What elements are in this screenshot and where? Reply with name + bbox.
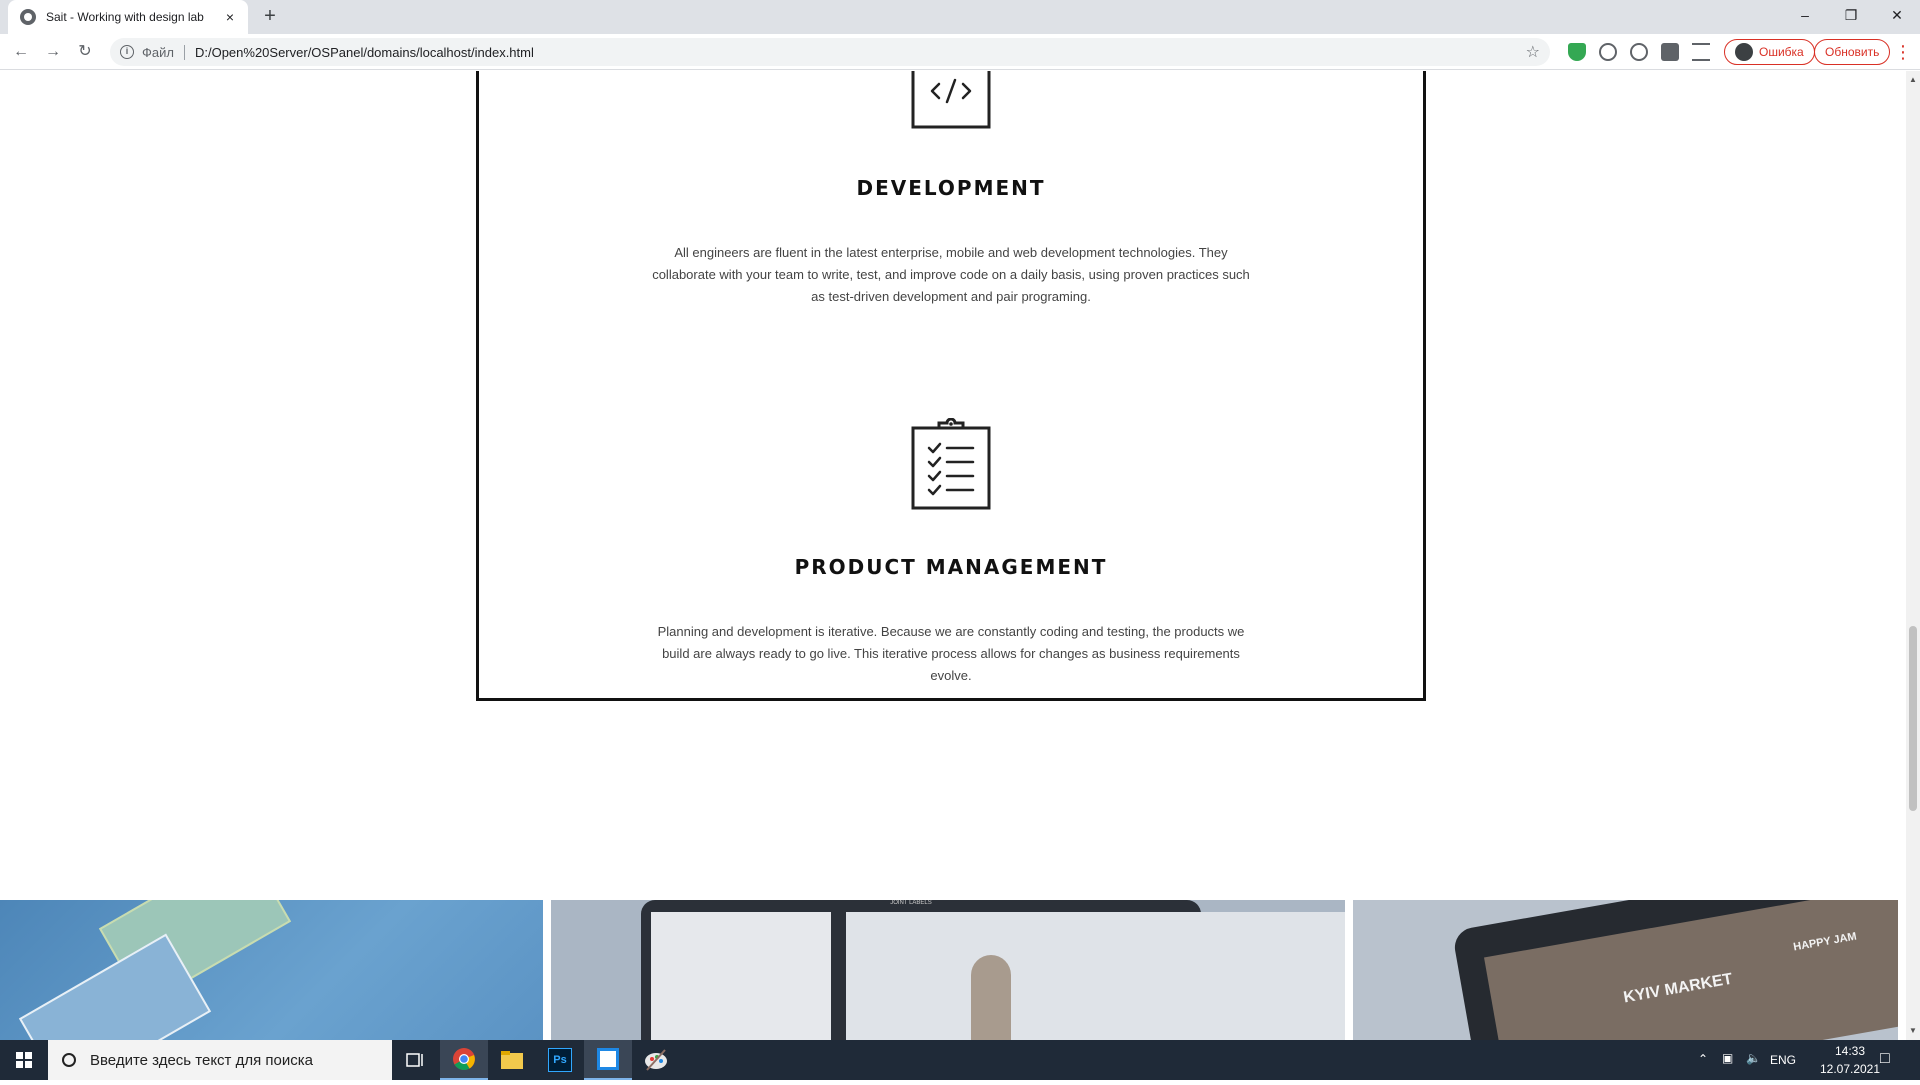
code-icon [911,71,991,129]
service-title: DEVELOPMENT [856,176,1046,200]
update-button[interactable]: Обновить [1814,39,1891,65]
info-icon[interactable]: i [120,45,134,59]
browser-toolbar: ← → ↻ i Файл D:/Open%20Server/OSPanel/do… [0,34,1920,70]
service-description: Planning and development is iterative. B… [657,624,1245,683]
search-placeholder: Введите здесь текст для поиска [90,1051,313,1069]
photoshop-icon: Ps [548,1048,572,1072]
model-photo [971,955,1011,1040]
portfolio-item-joint-labels[interactable]: JOINT LABELS [551,900,1345,1040]
chrome-taskbar-button[interactable] [440,1040,488,1080]
scrollbar-thumb[interactable] [1909,626,1917,811]
portfolio-item-business-cards[interactable] [0,900,543,1040]
task-view-button[interactable] [392,1040,440,1080]
forward-icon[interactable]: → [40,39,66,65]
browser-tab[interactable]: Sait - Working with design lab × [8,0,248,34]
clipboard-checklist-icon [911,417,991,510]
page-viewport: DEVELOPMENT All engineers are fluent in … [0,71,1906,1040]
taskbar-search-input[interactable]: Введите здесь текст для поиска [48,1040,392,1080]
portfolio-item-kyiv-market[interactable]: KYIV MARKET HAPPY JAM [1353,900,1898,1040]
taskbar: Введите здесь текст для поиска Ps ⌃ ▣ 🔈 … [0,1040,1920,1080]
app-icon [597,1048,619,1070]
file-explorer-taskbar-button[interactable] [488,1040,536,1080]
avatar [1735,43,1753,61]
scheme-label: Файл [142,44,185,60]
search-icon [62,1053,76,1067]
task-view-icon [406,1053,423,1067]
profile-error-button[interactable]: Ошибка [1724,39,1815,65]
shield-extension-icon[interactable] [1568,43,1586,61]
menu-icon[interactable]: ⋮ [1890,39,1916,65]
minimize-icon[interactable]: – [1782,0,1828,34]
paint-taskbar-button[interactable] [632,1040,680,1080]
joint-labels-text: JOINT LABELS [890,900,932,906]
tab-title: Sait - Working with design lab [46,10,204,24]
service-title: PRODUCT MANAGEMENT [794,555,1108,579]
folder-icon [501,1051,523,1069]
reload-icon[interactable]: ↻ [72,39,98,65]
windows-logo-icon [16,1052,32,1068]
address-bar[interactable]: i Файл D:/Open%20Server/OSPanel/domains/… [110,38,1550,66]
screen-image [846,912,1345,1040]
notifications-icon[interactable]: □ [1880,1050,1890,1068]
language-indicator[interactable]: ENG [1770,1053,1796,1067]
globe-icon [20,9,36,25]
tab-strip: Sait - Working with design lab × + – ❐ ✕ [0,0,1920,34]
service-description: All engineers are fluent in the latest e… [652,245,1250,304]
update-label: Обновить [1825,45,1880,59]
back-icon[interactable]: ← [8,39,34,65]
clock-time[interactable]: 14:33 [1820,1044,1880,1058]
tab-close-button[interactable]: × [222,9,238,25]
screen-image [651,912,831,1040]
volume-icon[interactable]: 🔈 [1746,1051,1761,1065]
chrome-icon [453,1048,475,1070]
bookmark-star-icon[interactable]: ☆ [1526,42,1540,62]
service-development: DEVELOPMENT All engineers are fluent in … [479,71,1423,308]
network-icon[interactable]: ▣ [1722,1051,1733,1065]
extension-face-icon[interactable] [1599,43,1617,61]
app-taskbar-button[interactable] [584,1040,632,1080]
puzzle-icon[interactable] [1661,43,1679,61]
windows-start-button[interactable] [0,1040,48,1080]
scroll-up-icon[interactable]: ▲ [1906,73,1920,87]
services-box: DEVELOPMENT All engineers are fluent in … [476,71,1426,701]
service-product-management: PRODUCT MANAGEMENT Planning and developm… [479,417,1423,687]
scroll-down-icon[interactable]: ▼ [1906,1024,1920,1038]
new-tab-button[interactable]: + [258,5,282,29]
tray-chevron-icon[interactable]: ⌃ [1698,1052,1708,1066]
profile-error-label: Ошибка [1759,45,1804,59]
restore-icon[interactable]: ❐ [1828,0,1874,34]
vertical-scrollbar[interactable]: ▲ ▼ [1906,71,1920,1040]
globe-extension-icon[interactable] [1630,43,1648,61]
reading-list-icon[interactable] [1692,43,1710,61]
photoshop-taskbar-button[interactable]: Ps [536,1040,584,1080]
url-text[interactable]: D:/Open%20Server/OSPanel/domains/localho… [195,45,1526,60]
close-window-icon[interactable]: ✕ [1874,0,1920,34]
paint-palette-icon [645,1049,667,1071]
